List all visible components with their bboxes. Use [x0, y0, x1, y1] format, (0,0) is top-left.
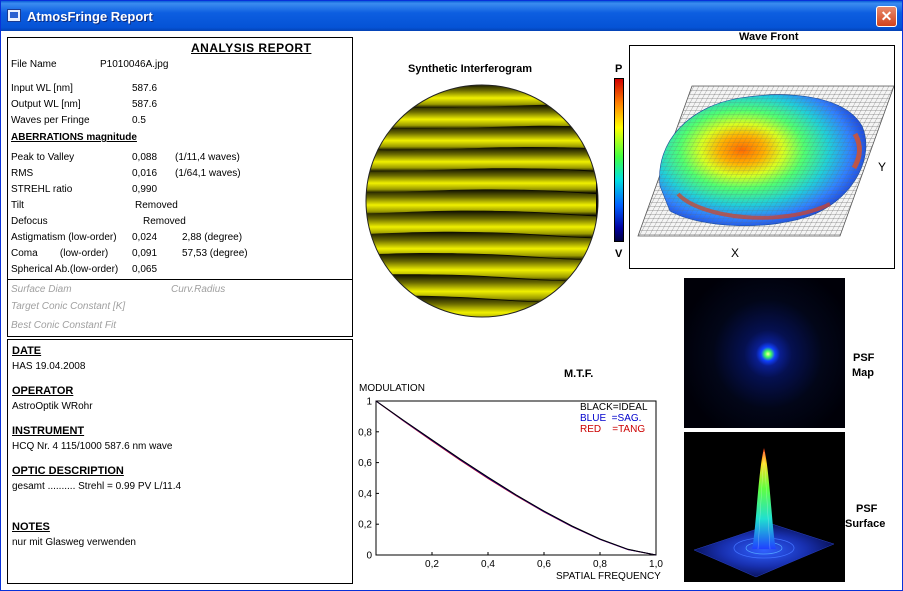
mtf-legend-entry: BLACK=IDEAL — [580, 402, 648, 413]
input-wl-value: 587.6 — [132, 83, 158, 94]
instrument-heading: INSTRUMENT — [12, 425, 85, 437]
operator-value: AstroOptik WRohr — [12, 401, 93, 412]
astigmatism-value: 0,024 — [132, 232, 158, 243]
wavefront-y-label: Y — [878, 160, 887, 174]
strehl-label: STREHL ratio — [11, 184, 73, 195]
report-divider — [8, 279, 352, 280]
close-button[interactable]: ✕ — [876, 6, 897, 27]
mtf-x-tick-label: 1,0 — [649, 559, 663, 569]
waves-per-fringe-label: Waves per Fringe — [11, 115, 90, 126]
report-heading: ANALYSIS REPORT — [191, 41, 312, 55]
input-wl-label: Input WL [nm] — [11, 83, 73, 94]
mtf-title: M.T.F. — [564, 368, 594, 380]
astigmatism-label: Astigmatism (low-order) — [11, 232, 117, 243]
wavefront-surface — [637, 85, 895, 237]
info-panel: DATE HAS 19.04.2008 OPERATOR AstroOptik … — [7, 339, 353, 584]
rms-label: RMS — [11, 168, 34, 179]
mtf-y-tick-label: 0,6 — [358, 458, 372, 469]
interferogram-title: Synthetic Interferogram — [408, 63, 533, 75]
mtf-legend-entry: BLUE =SAG. — [580, 413, 641, 424]
fringe-band — [366, 168, 596, 194]
psf-map-image — [684, 278, 845, 428]
app-icon — [7, 9, 21, 22]
fringe-band — [366, 85, 596, 108]
psf-map-label-1: PSF — [853, 352, 875, 364]
tilt-label: Tilt — [11, 200, 24, 211]
waves-per-fringe-value: 0.5 — [132, 115, 146, 126]
surface-diam-label: Surface Diam — [11, 284, 72, 295]
mtf-ylabel: MODULATION — [359, 383, 425, 394]
mtf-y-tick-label: 0,8 — [358, 427, 372, 438]
astigmatism-degree: 2,88 (degree) — [182, 232, 243, 243]
ptv-label: Peak to Valley — [11, 152, 75, 163]
coma-degree: 57,53 (degree) — [182, 248, 248, 259]
notes-value: nur mit Glasweg verwenden — [12, 537, 136, 548]
mtf-xlabel: SPATIAL FREQUENCY — [556, 571, 661, 582]
instrument-value: HCQ Nr. 4 115/1000 587.6 nm wave — [12, 441, 173, 452]
window-title: AtmosFringe Report — [27, 9, 153, 24]
psf-map-label-2: Map — [852, 367, 874, 379]
rms-waves: (1/64,1 waves) — [175, 168, 241, 179]
mtf-x-tick-label: 0,2 — [425, 559, 439, 569]
output-wl-label: Output WL [nm] — [11, 99, 81, 110]
optic-description-heading: OPTIC DESCRIPTION — [12, 465, 124, 477]
ptv-waves: (1/11,4 waves) — [175, 152, 240, 163]
tilt-value: Removed — [135, 200, 178, 211]
fringe-band — [366, 147, 596, 172]
best-conic-label: Best Conic Constant Fit — [11, 320, 117, 331]
rms-value: 0,016 — [132, 168, 158, 179]
analysis-report-panel: ANALYSIS REPORT File Name P1010046A.jpg … — [7, 37, 353, 337]
psf-surface-label-2: Surface — [845, 518, 886, 530]
mtf-y-tick-label: 0,2 — [358, 520, 372, 531]
psf-surface-label-1: PSF — [856, 503, 878, 515]
mtf-y-tick-label: 1 — [366, 397, 372, 408]
fringe-band — [366, 125, 596, 151]
defocus-value: Removed — [143, 216, 186, 227]
color-scale-bar — [614, 78, 624, 242]
curv-radius-label: Curv.Radius — [171, 284, 226, 295]
spherical-label: Spherical Ab.(low-order) — [11, 264, 119, 275]
optic-description-value: gesamt .......... Strehl = 0.99 PV L/11.… — [12, 481, 182, 492]
report-window: AtmosFringe Report ✕ ANALYSIS REPORT Fil… — [0, 0, 903, 591]
mtf-y-tick-label: 0,4 — [358, 489, 372, 500]
notes-heading: NOTES — [12, 521, 50, 533]
output-wl-value: 587.6 — [132, 99, 158, 110]
mtf-y-tick-label: 0 — [366, 551, 372, 562]
file-name-value: P1010046A.jpg — [100, 59, 169, 70]
spherical-value: 0,065 — [132, 264, 158, 275]
defocus-label: Defocus — [11, 216, 48, 227]
mtf-x-tick-label: 0,6 — [537, 559, 551, 569]
file-name-label: File Name — [11, 59, 57, 70]
colorbar-bottom-label: V — [615, 248, 623, 260]
wavefront-panel: Y X — [629, 45, 895, 269]
date-value: HAS 19.04.2008 — [12, 361, 86, 372]
operator-heading: OPERATOR — [12, 385, 74, 397]
target-conic-label: Target Conic Constant [K] — [11, 301, 126, 312]
psf-surface-image — [684, 432, 845, 582]
mtf-x-tick-label: 0,4 — [481, 559, 495, 569]
wavefront-x-label: X — [731, 246, 740, 260]
title-bar[interactable]: AtmosFringe Report ✕ — [1, 1, 902, 31]
wavefront-title: Wave Front — [739, 31, 799, 43]
ptv-value: 0,088 — [132, 152, 158, 163]
aberrations-heading: ABERRATIONS magnitude — [11, 132, 137, 143]
synthetic-interferogram — [365, 84, 599, 318]
colorbar-top-label: P — [615, 63, 623, 75]
mtf-x-tick-label: 0,8 — [593, 559, 607, 569]
strehl-value: 0,990 — [132, 184, 158, 195]
date-heading: DATE — [12, 345, 42, 357]
coma-value: 0,091 — [132, 248, 158, 259]
coma-label: Coma (low-order) — [11, 248, 109, 259]
mtf-legend-entry: RED =TANG — [580, 424, 645, 435]
mtf-chart: 0 0,2 0,4 0,6 0,8 1 0,2 0,4 0,6 0,8 1,0 BLACK=IDEAL… — [358, 397, 663, 570]
